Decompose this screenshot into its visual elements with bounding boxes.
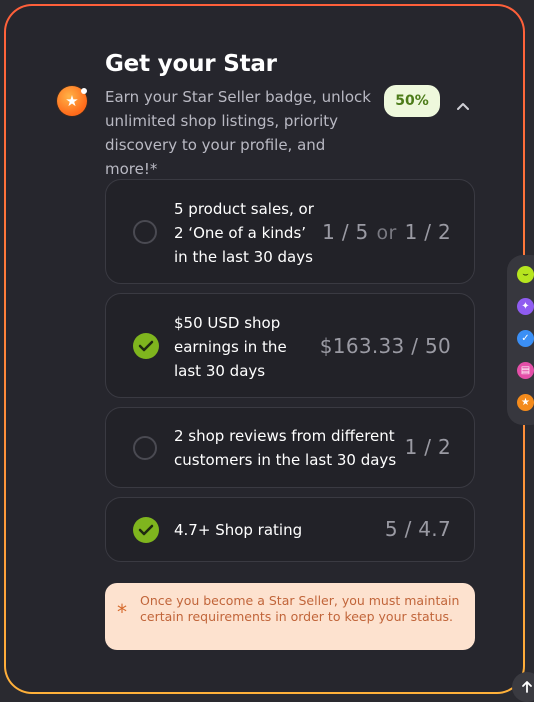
requirement-reviews: 2 shop reviews from different customers … <box>105 407 475 488</box>
star-seller-icon: ★ <box>57 86 87 116</box>
requirement-rating: 4.7+ Shop rating 5 / 4.7 <box>105 497 475 562</box>
requirement-value: $163.33 / 50 <box>319 334 451 358</box>
card-title: Get your Star <box>105 51 277 77</box>
incomplete-circle-icon <box>133 220 157 244</box>
star-seller-note: * Once you become a Star Seller, you mus… <box>105 583 475 650</box>
requirement-label: 2 shop reviews from different customers … <box>174 427 397 469</box>
shop-icon[interactable]: ▤ <box>517 362 534 379</box>
sprout-icon[interactable]: ⌣ <box>517 266 534 283</box>
asterisk-icon: * <box>117 600 127 624</box>
check-circle-icon <box>133 333 159 359</box>
star-icon[interactable]: ★ <box>517 394 534 411</box>
card-subtitle: Earn your Star Seller badge, unlock unli… <box>105 88 371 178</box>
check-circle-icon <box>133 517 159 543</box>
requirement-sales: 5 product sales, or 2 ‘One of a kinds’ i… <box>105 179 475 284</box>
side-rail: ⌣ ✦ ✓ ▤ ★ <box>507 255 534 425</box>
requirement-value: 5 / 4.7 <box>384 517 451 541</box>
arrow-up-icon <box>522 681 532 693</box>
requirement-value: 1 / 5 or 1 / 2 <box>322 220 451 244</box>
incomplete-circle-icon <box>133 436 157 460</box>
sparkle-icon[interactable]: ✦ <box>517 298 534 315</box>
requirement-label: $50 USD shop earnings in the last 30 day… <box>174 314 287 380</box>
requirement-label: 4.7+ Shop rating <box>174 521 303 539</box>
progress-badge: 50% <box>384 85 440 117</box>
requirement-earnings: $50 USD shop earnings in the last 30 day… <box>105 293 475 398</box>
chevron-up-icon[interactable] <box>457 96 469 110</box>
note-text: Once you become a Star Seller, you must … <box>140 593 460 624</box>
star-seller-card-border: ★ Get your Star Earn your Star Seller ba… <box>4 4 525 694</box>
verified-check-icon[interactable]: ✓ <box>517 330 534 347</box>
star-seller-card: ★ Get your Star Earn your Star Seller ba… <box>6 6 523 692</box>
requirement-label: 5 product sales, or 2 ‘One of a kinds’ i… <box>174 200 314 266</box>
requirement-value: 1 / 2 <box>404 435 451 459</box>
